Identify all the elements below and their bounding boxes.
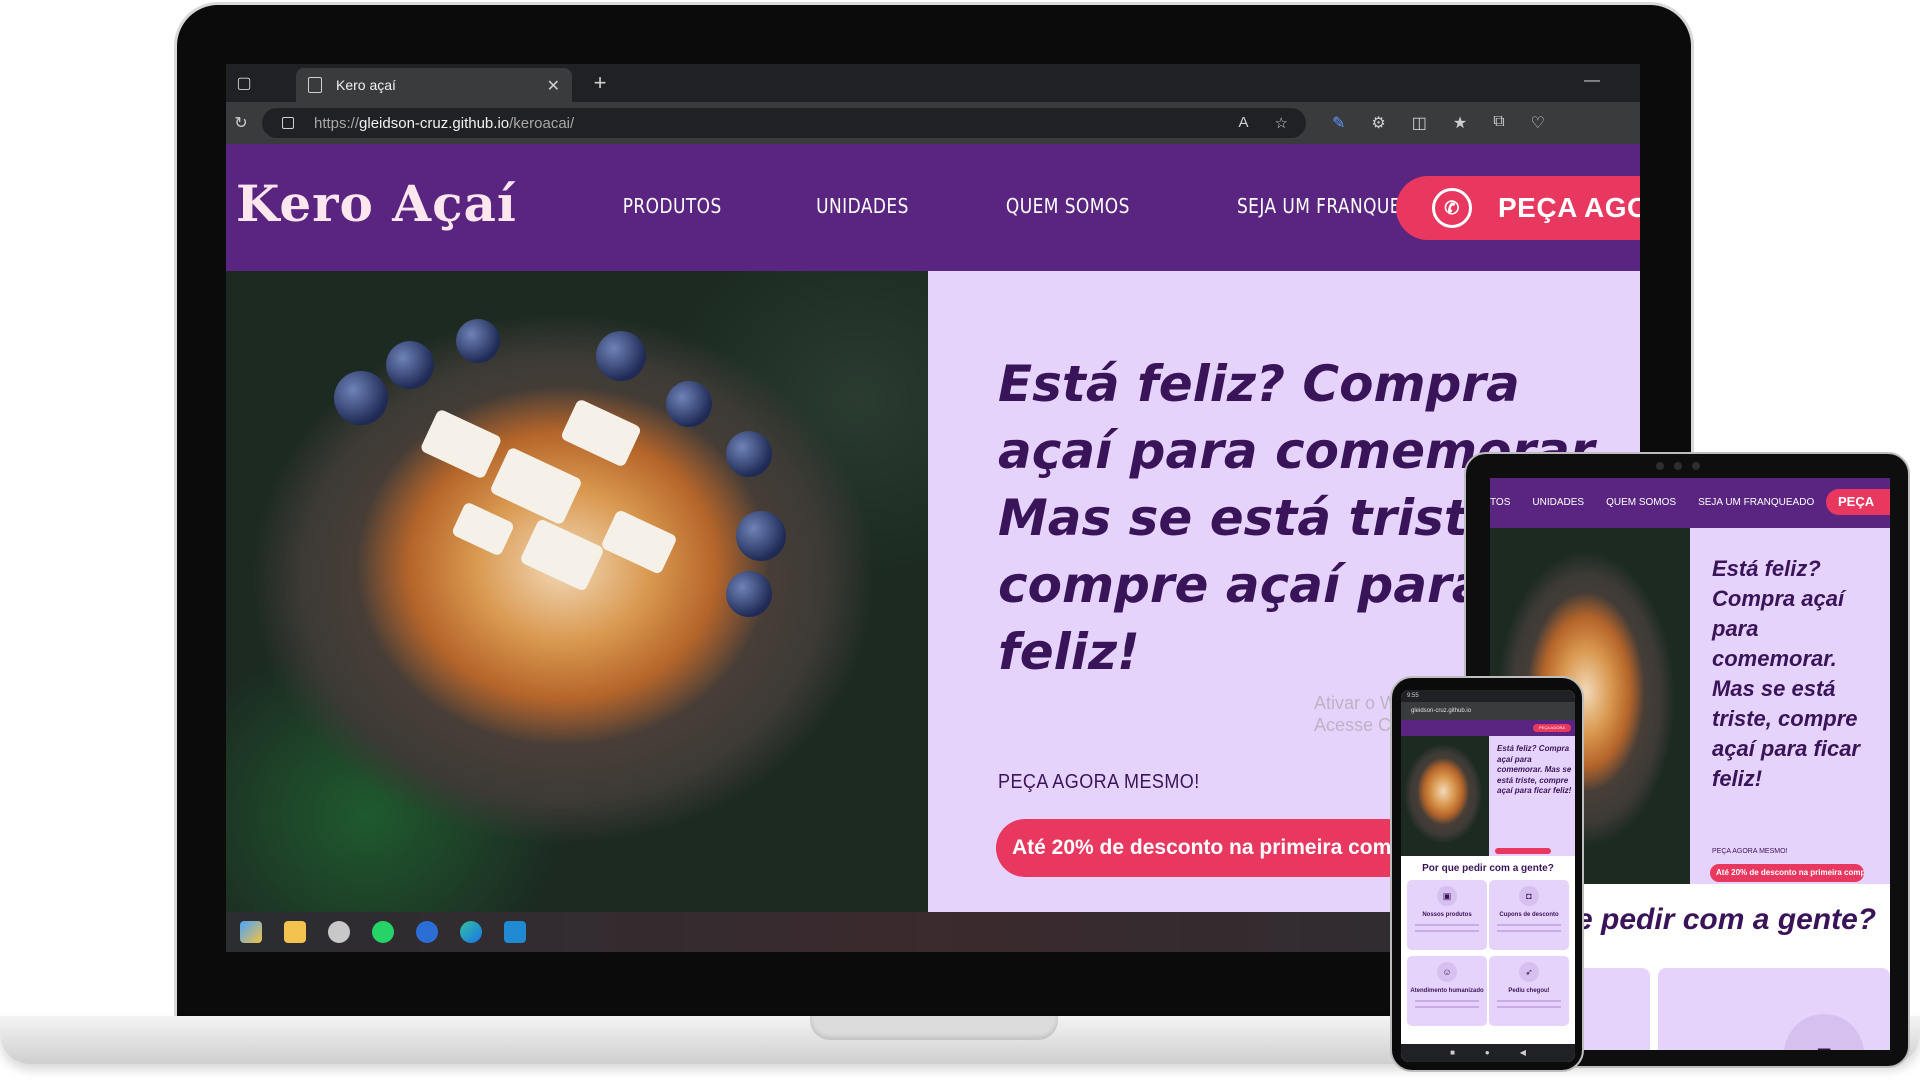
feature-text: [1497, 1000, 1561, 1008]
site-logo[interactable]: Kero Açaí: [236, 174, 517, 233]
new-tab-icon[interactable]: +: [582, 64, 618, 102]
tablet-hero-panel: Está feliz? Compra açaí para comemorar. …: [1690, 528, 1890, 884]
edge-icon[interactable]: [460, 921, 482, 943]
phone-hero-title: Está feliz? Compra açaí para comemorar. …: [1497, 744, 1572, 795]
phone-hero-panel: Está feliz? Compra açaí para comemorar. …: [1489, 736, 1575, 856]
url-prefix: https://: [314, 114, 360, 132]
order-now-button[interactable]: ✆ PEÇA AGORA: [1396, 176, 1640, 240]
feature-title: Nossos produtos: [1422, 912, 1472, 918]
device-mockup-stage: ▢ Kero açaí ✕ + — ↻ https:// gleidson-cr…: [0, 0, 1920, 1080]
hero-subtitle: PEÇA AGORA MESMO!: [998, 771, 1200, 793]
discount-button[interactable]: Até 20% de desconto na primeira compra: [996, 819, 1416, 877]
tablet-nav-item[interactable]: TOS: [1490, 497, 1510, 508]
phone-address-bar[interactable]: gleidson-cruz.github.io: [1401, 702, 1575, 720]
tablet-nav: TOS UNIDADES QUEM SOMOS SEJA UM FRANQUEA…: [1490, 497, 1814, 508]
back-icon[interactable]: ◀: [1520, 1044, 1526, 1062]
recents-icon[interactable]: ■: [1450, 1044, 1455, 1062]
browser-toolbar: ↻ https:// gleidson-cruz.github.io /kero…: [226, 102, 1640, 144]
minimize-icon[interactable]: —: [1584, 72, 1600, 90]
phone-hero-photo: [1401, 736, 1489, 856]
laptop-notch: [810, 1016, 1058, 1040]
tablet-nav-item[interactable]: SEJA UM FRANQUEADO: [1698, 497, 1814, 508]
bag-icon: ▣: [1437, 886, 1457, 906]
extensions-icon[interactable]: ⚙: [1371, 113, 1385, 133]
feature-text: [1415, 1000, 1479, 1008]
tablet-hero-title: Está feliz? Compra açaí para comemorar. …: [1712, 556, 1860, 791]
tab-title: Kero açaí: [336, 77, 396, 93]
tablet-hero-subtitle: PEÇA AGORA MESMO!: [1712, 848, 1788, 855]
tablet-nav-item[interactable]: QUEM SOMOS: [1606, 497, 1676, 508]
coupon-icon: ◘: [1519, 886, 1539, 906]
tablet-nav-item[interactable]: UNIDADES: [1532, 497, 1584, 508]
phone-discount-button[interactable]: [1495, 848, 1551, 854]
favorites-icon[interactable]: ★: [1453, 113, 1467, 133]
address-bar[interactable]: https:// gleidson-cruz.github.io /keroac…: [262, 108, 1306, 138]
tablet-camera: [1656, 462, 1700, 470]
start-icon[interactable]: [240, 921, 262, 943]
app-taskbar-icon[interactable]: [416, 921, 438, 943]
feature-title: Cupons de desconto: [1499, 912, 1559, 918]
browser-essentials-icon[interactable]: ♡: [1531, 113, 1545, 133]
read-aloud-icon[interactable]: A: [1239, 114, 1249, 132]
feature-title: Atendimento humanizado: [1410, 988, 1484, 994]
phone-feature-card: ☺ Atendimento humanizado: [1407, 956, 1487, 1026]
vscode-icon[interactable]: [504, 921, 526, 943]
paint-icon[interactable]: [328, 921, 350, 943]
phone-feature-card: ▣ Nossos produtos: [1407, 880, 1487, 950]
order-now-label: PEÇA AGORA: [1498, 192, 1640, 223]
split-screen-icon[interactable]: ◫: [1412, 113, 1427, 133]
phone-status-bar: 9:55: [1401, 690, 1575, 702]
home-icon[interactable]: ●: [1485, 1044, 1490, 1062]
url-path: /keroacai/: [509, 114, 575, 132]
browser-tab[interactable]: Kero açaí ✕: [296, 68, 572, 102]
whatsapp-icon: ✆: [1432, 188, 1472, 228]
nav-link-quem-somos[interactable]: QUEM SOMOS: [1006, 194, 1130, 218]
tablet-order-button[interactable]: PEÇA: [1826, 489, 1890, 515]
phone-feature-card: ◘ Cupons de desconto: [1489, 880, 1569, 950]
favorite-star-icon[interactable]: ☆: [1275, 114, 1288, 132]
tablet-why-title: e pedir com a gente?: [1576, 903, 1877, 936]
site-header: Kero Açaí PRODUTOS UNIDADES QUEM SOMOS S…: [226, 144, 1640, 271]
tab-actions-icon[interactable]: ▢: [226, 64, 262, 102]
tablet-site-header: TOS UNIDADES QUEM SOMOS SEJA UM FRANQUEA…: [1490, 478, 1890, 528]
lock-icon: [282, 117, 294, 129]
nav-link-produtos[interactable]: PRODUTOS: [623, 194, 722, 218]
phone-why-title: Por que pedir com a gente?: [1422, 863, 1554, 874]
whatsapp-taskbar-icon[interactable]: [372, 921, 394, 943]
main-nav: PRODUTOS UNIDADES QUEM SOMOS SEJA UM FRA…: [614, 194, 1458, 218]
collections-icon[interactable]: ⧉: [1493, 113, 1504, 133]
browser-tab-bar: ▢ Kero açaí ✕ + —: [226, 64, 1640, 102]
feature-text: [1415, 924, 1479, 932]
pen-icon[interactable]: ✎: [1332, 113, 1345, 133]
close-tab-icon[interactable]: ✕: [547, 76, 560, 96]
people-icon: ☺: [1437, 962, 1457, 982]
url-host: gleidson-cruz.github.io: [359, 114, 510, 132]
feature-title: Pediu chegou!: [1508, 988, 1550, 994]
phone-navigation-bar: ■ ● ◀: [1401, 1044, 1575, 1062]
hero-acai-photo: [226, 271, 928, 912]
file-explorer-icon[interactable]: [284, 921, 306, 943]
tablet-discount-button[interactable]: Até 20% de desconto na primeira compra: [1710, 864, 1864, 882]
reload-icon[interactable]: ↻: [226, 113, 256, 133]
rocket-icon: ➶: [1519, 962, 1539, 982]
phone-frame: 9:55 gleidson-cruz.github.io PEÇA AGORA …: [1390, 676, 1584, 1072]
page-icon: [308, 77, 322, 93]
phone-feature-card: ➶ Pediu chegou!: [1489, 956, 1569, 1026]
nav-link-unidades[interactable]: UNIDADES: [817, 194, 910, 218]
phone-screen: 9:55 gleidson-cruz.github.io PEÇA AGORA …: [1401, 690, 1575, 1062]
feature-text: [1497, 924, 1561, 932]
phone-order-button[interactable]: PEÇA AGORA: [1533, 724, 1571, 732]
